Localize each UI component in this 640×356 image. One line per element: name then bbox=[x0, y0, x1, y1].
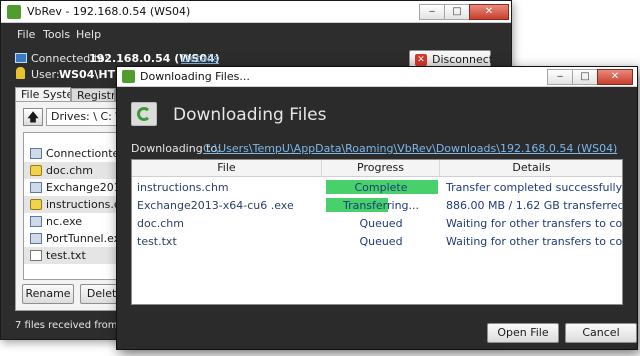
up-directory-button[interactable]: 🡅 bbox=[23, 108, 43, 126]
main-title-bar: VbRev - 192.168.0.54 (WS04) ‒ □ ✕ bbox=[1, 1, 511, 23]
app-icon bbox=[7, 5, 21, 19]
close-button[interactable]: ✕ bbox=[469, 4, 509, 20]
computer-icon bbox=[15, 53, 27, 63]
download-progress: Transferring... bbox=[342, 199, 420, 212]
dialog-close-button[interactable]: ✕ bbox=[597, 69, 633, 85]
file-name: doc.chm bbox=[46, 164, 93, 177]
download-details: Waiting for other transfers to complete bbox=[446, 235, 623, 248]
cancel-button[interactable]: Cancel bbox=[565, 323, 637, 343]
disconnect-label: Disconnect bbox=[432, 53, 494, 66]
user-label: User: bbox=[31, 68, 60, 81]
download-dialog: Downloading Files... ‒ □ ✕ Downloading F… bbox=[116, 66, 638, 350]
key-icon bbox=[16, 67, 25, 79]
column-header-progress[interactable]: Progress bbox=[322, 160, 440, 177]
rename-button[interactable]: Rename bbox=[22, 284, 74, 304]
download-file-name[interactable]: test.txt bbox=[132, 233, 322, 250]
dialog-maximize-button[interactable]: □ bbox=[572, 69, 598, 85]
downloading-to-path[interactable]: C:\Users\TempU\AppData\Roaming\VbRev\Dow… bbox=[203, 142, 617, 155]
menu-help[interactable]: Help bbox=[76, 28, 101, 41]
file-list-item[interactable]: test.txt bbox=[24, 247, 126, 264]
download-details: 886.00 MB / 1.62 GB transferred bbox=[446, 199, 623, 212]
file-list-item[interactable]: Exchange2013-x64 bbox=[24, 179, 126, 196]
details-link[interactable]: Details bbox=[181, 52, 219, 65]
menu-file[interactable]: File bbox=[17, 28, 35, 41]
dialog-title-bar: Downloading Files... ‒ □ ✕ bbox=[117, 67, 637, 87]
dialog-app-icon bbox=[122, 70, 135, 83]
exe-icon bbox=[30, 233, 42, 244]
file-list-item[interactable]: Connectiontest.exe bbox=[24, 145, 126, 162]
file-list-item[interactable]: PortTunnel.exe bbox=[24, 230, 126, 247]
file-name: nc.exe bbox=[46, 215, 83, 228]
help-file-icon bbox=[30, 165, 42, 176]
column-header-file[interactable]: File bbox=[132, 160, 322, 177]
download-file-name[interactable]: Exchange2013-x64-cu6 .exe bbox=[132, 197, 322, 214]
disconnect-icon: ✕ bbox=[415, 54, 427, 66]
file-list: Connectiontest.exe doc.chm Exchange2013-x6… bbox=[23, 132, 127, 280]
file-name: PortTunnel.exe bbox=[46, 232, 127, 245]
dialog-minimize-button[interactable]: ‒ bbox=[547, 69, 573, 85]
exe-icon bbox=[30, 148, 42, 159]
dialog-heading: Downloading Files bbox=[173, 105, 327, 125]
exe-icon bbox=[30, 182, 42, 193]
maximize-button[interactable]: □ bbox=[444, 4, 470, 20]
tab-file-system[interactable]: File System bbox=[15, 87, 71, 102]
help-file-icon bbox=[30, 199, 42, 210]
file-name: test.txt bbox=[46, 249, 86, 262]
exe-icon bbox=[30, 216, 42, 227]
download-progress: Queued bbox=[359, 217, 403, 230]
file-list-item[interactable]: instructions.chm bbox=[24, 196, 126, 213]
download-progress: Complete bbox=[354, 181, 408, 194]
download-details: Transfer completed successfully bbox=[446, 181, 623, 194]
file-list-item[interactable]: doc.chm bbox=[24, 162, 126, 179]
download-file-name[interactable]: instructions.chm bbox=[132, 179, 322, 196]
file-name: Connectiontest.exe bbox=[46, 147, 126, 160]
open-file-button[interactable]: Open File bbox=[487, 323, 559, 343]
download-progress: Queued bbox=[359, 235, 403, 248]
menu-tools[interactable]: Tools bbox=[43, 28, 70, 41]
refresh-icon bbox=[131, 102, 157, 126]
dialog-title: Downloading Files... bbox=[140, 70, 250, 83]
download-grid: File Progress Details instructions.chm Co… bbox=[131, 159, 623, 305]
download-details: Waiting for other transfers to complete bbox=[446, 217, 623, 230]
main-window-title: VbRev - 192.168.0.54 (WS04) bbox=[27, 5, 191, 18]
file-name: Exchange2013-x64 bbox=[46, 181, 127, 194]
file-list-item[interactable]: nc.exe bbox=[24, 213, 126, 230]
download-file-name[interactable]: doc.chm bbox=[132, 215, 322, 232]
column-header-details[interactable]: Details bbox=[440, 160, 622, 177]
text-file-icon bbox=[30, 250, 42, 261]
minimize-button[interactable]: ‒ bbox=[419, 4, 445, 20]
file-name: instructions.chm bbox=[46, 198, 126, 211]
